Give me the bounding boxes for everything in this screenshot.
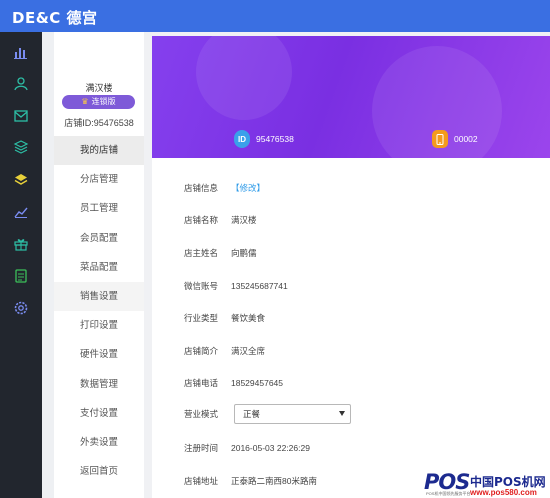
- menu-item-my-store[interactable]: 我的店铺: [54, 136, 144, 166]
- main-content: ID 95476538 00002 店铺信息 【修改】 店铺名称 满汉楼 店主姓…: [144, 32, 550, 498]
- watermark-logo: POS 中国POS机网 POS机中国领先服务平台 www.pos580.com: [424, 470, 550, 498]
- phone-icon: [432, 130, 448, 148]
- menu-item-dishes[interactable]: 菜品配置: [54, 253, 144, 282]
- menu-item-staff[interactable]: 员工管理: [54, 194, 144, 223]
- info-value: 餐饮美食: [231, 313, 266, 323]
- info-row-business-mode: 营业模式 正餐: [152, 404, 550, 424]
- info-label: 行业类型: [184, 313, 219, 323]
- info-row-industry: 行业类型 餐饮美食: [152, 308, 550, 328]
- gutter: [42, 32, 54, 498]
- business-mode-value: 正餐: [243, 409, 261, 419]
- info-row-store-name: 店铺名称 满汉楼: [152, 210, 550, 230]
- info-value: 2016-05-03 22:26:29: [231, 443, 310, 453]
- info-label: 店铺名称: [184, 215, 219, 225]
- store-id-stat: ID 95476538: [234, 130, 294, 148]
- layers-icon[interactable]: [13, 139, 29, 155]
- crown-icon: ♛: [81, 97, 89, 106]
- store-info-card: 店铺信息 【修改】 店铺名称 满汉楼 店主姓名 向鹏儒 微信账号 1352456…: [152, 158, 550, 498]
- store-name: 满汉楼: [85, 83, 113, 93]
- info-row-owner: 店主姓名 向鹏儒: [152, 243, 550, 263]
- trend-icon[interactable]: [13, 204, 29, 220]
- edition-badge: ♛ 连锁版: [62, 95, 135, 109]
- settings-icon[interactable]: [13, 300, 29, 316]
- edit-link[interactable]: 【修改】: [231, 182, 265, 194]
- store-id-value: 95476538: [256, 134, 294, 144]
- app-logo[interactable]: DE&C 德宫: [12, 7, 98, 28]
- info-label: 店铺简介: [184, 346, 219, 356]
- info-value: 满汉楼: [231, 215, 257, 225]
- menu-item-payment[interactable]: 支付设置: [54, 399, 144, 428]
- menu-item-delivery[interactable]: 外卖设置: [54, 428, 144, 457]
- info-label: 注册时间: [184, 443, 219, 453]
- id-icon: ID: [234, 130, 250, 148]
- info-value: 向鹏儒: [231, 248, 257, 258]
- gift-icon[interactable]: [13, 236, 29, 252]
- info-label: 微信账号: [184, 281, 219, 291]
- chevron-down-icon: [339, 411, 345, 416]
- info-row-registered: 注册时间 2016-05-03 22:26:29: [152, 438, 550, 458]
- business-mode-select[interactable]: 正餐: [234, 404, 351, 424]
- report-icon[interactable]: [13, 268, 29, 284]
- edition-label: 连锁版: [91, 97, 116, 106]
- watermark-url: www.pos580.com: [470, 488, 537, 497]
- banner-decor: [196, 36, 292, 120]
- bar-chart-icon[interactable]: [13, 44, 29, 60]
- info-label: 店铺地址: [184, 476, 219, 486]
- phone-value: 00002: [454, 134, 478, 144]
- info-value: 18529457645: [231, 378, 284, 388]
- info-row-intro: 店铺简介 满汉全席: [152, 341, 550, 361]
- menu-item-sales[interactable]: 销售设置: [54, 281, 144, 312]
- info-row-phone: 店铺电话 18529457645: [152, 373, 550, 393]
- menu-item-branches[interactable]: 分店管理: [54, 165, 144, 194]
- info-value: 正泰路二南西80米路南: [231, 476, 317, 486]
- info-label: 店主姓名: [184, 248, 219, 258]
- menu-item-hardware[interactable]: 硬件设置: [54, 340, 144, 369]
- info-label: 营业模式: [184, 409, 219, 419]
- watermark-tagline: POS机中国领先服务平台: [426, 491, 471, 496]
- store-sidebar: 满汉楼 ♛ 连锁版 店铺ID:95476538 我的店铺 分店管理 员工管理 会员…: [54, 32, 144, 498]
- mail-icon[interactable]: [13, 108, 29, 124]
- sidebar-menu: 我的店铺 分店管理 员工管理 会员配置 菜品配置 销售设置 打印设置 硬件设置 …: [54, 136, 144, 486]
- top-bar: DE&C 德宫: [0, 0, 550, 32]
- info-label: 店铺电话: [184, 378, 219, 388]
- user-icon[interactable]: [13, 76, 29, 92]
- icon-rail: [0, 32, 42, 498]
- info-label: 店铺信息: [184, 183, 219, 193]
- phone-stat: 00002: [432, 130, 478, 148]
- info-value: 满汉全席: [231, 346, 266, 356]
- info-value: 135245687741: [231, 281, 288, 291]
- info-row-header: 店铺信息 【修改】: [152, 178, 550, 198]
- store-banner: ID 95476538 00002: [152, 36, 550, 158]
- menu-item-home[interactable]: 返回首页: [54, 457, 144, 486]
- menu-item-print[interactable]: 打印设置: [54, 311, 144, 340]
- info-row-wechat: 微信账号 135245687741: [152, 276, 550, 296]
- store-id: 店铺ID:95476538: [64, 118, 134, 128]
- menu-item-members[interactable]: 会员配置: [54, 224, 144, 253]
- stack-icon[interactable]: [13, 172, 29, 188]
- menu-item-data[interactable]: 数据管理: [54, 370, 144, 399]
